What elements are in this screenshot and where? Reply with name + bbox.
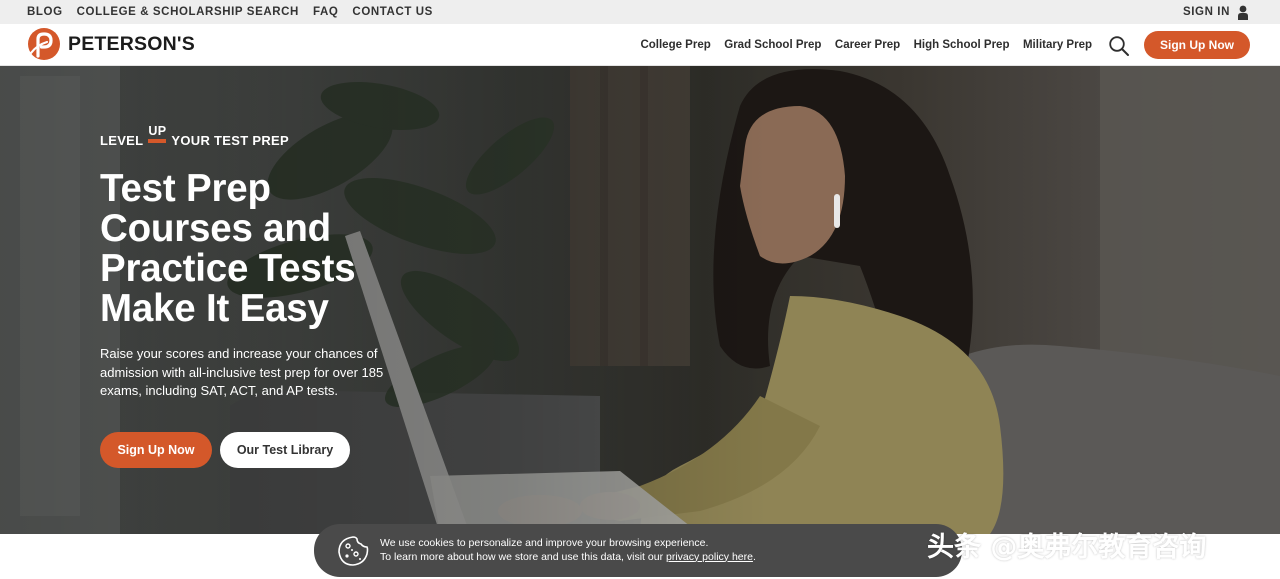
cookie-icon	[338, 535, 369, 566]
nav-military-prep[interactable]: Military Prep	[1023, 39, 1092, 51]
hero-section: LEVEL UP YOUR TEST PREP Test Prep Course…	[0, 66, 1280, 534]
nav-college-prep[interactable]: College Prep	[640, 39, 710, 51]
hero-title: Test Prep Courses and Practice Tests Mak…	[100, 169, 430, 329]
nav-career-prep[interactable]: Career Prep	[835, 39, 900, 51]
utility-link-college-search[interactable]: COLLEGE & SCHOLARSHIP SEARCH	[77, 6, 299, 18]
utility-link-contact[interactable]: CONTACT US	[352, 6, 433, 18]
cookie-line-2-suffix: .	[752, 550, 756, 563]
hero-title-line: Courses and	[100, 207, 331, 250]
hero-eyebrow: LEVEL UP YOUR TEST PREP	[100, 125, 289, 148]
nav-high-school-prep[interactable]: High School Prep	[914, 39, 1010, 51]
eyebrow-rest: YOUR TEST PREP	[171, 133, 289, 148]
cookie-banner: We use cookies to personalize and improv…	[314, 524, 962, 577]
petersons-logo-mark	[28, 28, 60, 60]
hero-title-line: Make It Easy	[100, 287, 329, 330]
hero-title-line: Practice Tests	[100, 247, 356, 290]
nav-grad-school-prep[interactable]: Grad School Prep	[724, 39, 821, 51]
cookie-line-2-prefix: To learn more about how we store and use…	[380, 550, 666, 563]
logo[interactable]: PETERSON'S	[27, 27, 195, 61]
hero-subtitle: Raise your scores and increase your chan…	[100, 346, 384, 398]
cookie-text: We use cookies to personalize and improv…	[380, 537, 756, 564]
eyebrow-level: LEVEL	[100, 133, 144, 148]
sign-in-link[interactable]: SIGN IN	[1183, 0, 1248, 24]
hero-title-line: Test Prep	[100, 167, 271, 210]
search-button[interactable]	[1108, 35, 1130, 57]
cookie-line-2: To learn more about how we store and use…	[380, 551, 756, 565]
eyebrow-up: UP	[148, 125, 167, 143]
search-icon	[1109, 36, 1129, 56]
logo-text: PETERSON'S	[68, 32, 195, 55]
utility-link-blog[interactable]: BLOG	[27, 6, 63, 18]
privacy-policy-link[interactable]: privacy policy here	[666, 551, 753, 563]
main-header: PETERSON'S College Prep Grad School Prep…	[0, 24, 1280, 66]
watermark: 头条 @奥弗尔教育咨询	[927, 532, 1207, 563]
utility-link-faq[interactable]: FAQ	[313, 6, 338, 18]
hero-sign-up-button[interactable]: Sign Up Now	[100, 432, 212, 468]
sign-in-label: SIGN IN	[1182, 6, 1230, 18]
cookie-line-1: We use cookies to personalize and improv…	[380, 537, 709, 549]
main-nav: College Prep Grad School Prep Career Pre…	[627, 24, 1092, 66]
test-library-button[interactable]: Our Test Library	[220, 432, 350, 468]
user-icon	[1238, 5, 1248, 20]
header-sign-up-button[interactable]: Sign Up Now	[1144, 31, 1250, 59]
utility-bar: BLOG COLLEGE & SCHOLARSHIP SEARCH FAQ CO…	[0, 0, 1280, 24]
